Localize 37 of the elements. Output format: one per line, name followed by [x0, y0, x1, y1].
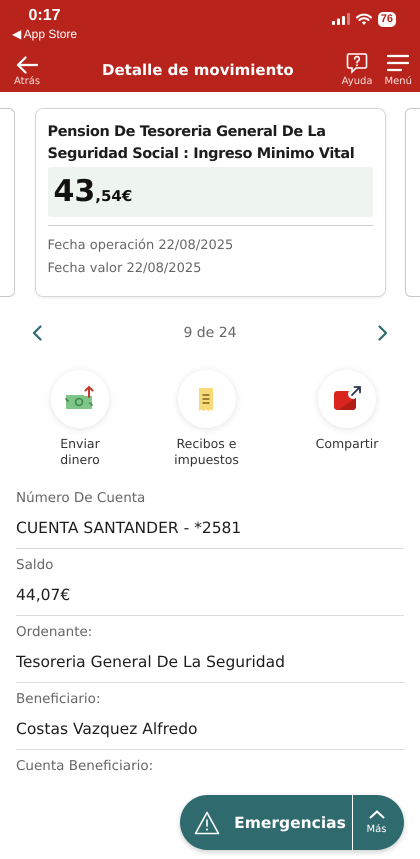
date-text: Fecha valor 22/08/2025 — [48, 260, 202, 278]
status-time: 0:17 — [28, 6, 61, 26]
movement-description: Pension De Tesoreria General De La Seguridad Social : Ingreso Minimo Vital — [48, 123, 356, 164]
quick-action-button[interactable]: Recibos e impuestos — [164, 370, 250, 468]
warning-icon — [194, 810, 220, 834]
more-button[interactable]: Más — [352, 795, 404, 850]
wifi-icon — [356, 13, 372, 25]
field-label: Número De Cuenta — [16, 489, 146, 507]
page-counter: 9 de 24 — [183, 325, 237, 341]
chevron-right-icon — [378, 325, 388, 341]
chevron-left-icon — [32, 325, 42, 341]
amount-value: 43,54€ — [54, 175, 134, 211]
chevron-up-icon — [368, 810, 384, 819]
menu-icon — [387, 52, 410, 74]
field-value: CUENTA SANTANDER - *2581 — [16, 518, 242, 538]
field-label: Cuenta Beneficiario: — [16, 757, 154, 775]
emergency-button[interactable]: Emergencias — [180, 795, 352, 850]
screen-title: Detalle de movimiento — [102, 60, 295, 80]
back-button[interactable]: Atrás — [14, 56, 40, 88]
help-icon — [346, 52, 368, 74]
back-arrow-icon — [16, 56, 38, 74]
previous-button[interactable] — [30, 323, 44, 343]
share-icon — [332, 385, 362, 413]
signal-icon — [332, 13, 350, 25]
battery-indicator: 76 — [378, 12, 396, 26]
field-value: 44,07€ — [16, 585, 72, 605]
quick-action-button[interactable]: Compartir — [304, 370, 390, 468]
back-to-app-link[interactable]: ◀ App Store — [12, 26, 78, 42]
field-value: Tesoreria General De La Seguridad — [16, 652, 286, 672]
next-button[interactable] — [376, 323, 390, 343]
help-button[interactable]: Ayuda — [342, 52, 373, 88]
field-label: Ordenante: — [16, 623, 94, 641]
date-text: Fecha operación 22/08/2025 — [48, 237, 234, 255]
field-value: Costas Vazquez Alfredo — [16, 719, 199, 739]
field-label: Beneficiario: — [16, 690, 102, 708]
field-label: Saldo — [16, 556, 54, 574]
menu-button[interactable]: Menú — [384, 52, 412, 88]
